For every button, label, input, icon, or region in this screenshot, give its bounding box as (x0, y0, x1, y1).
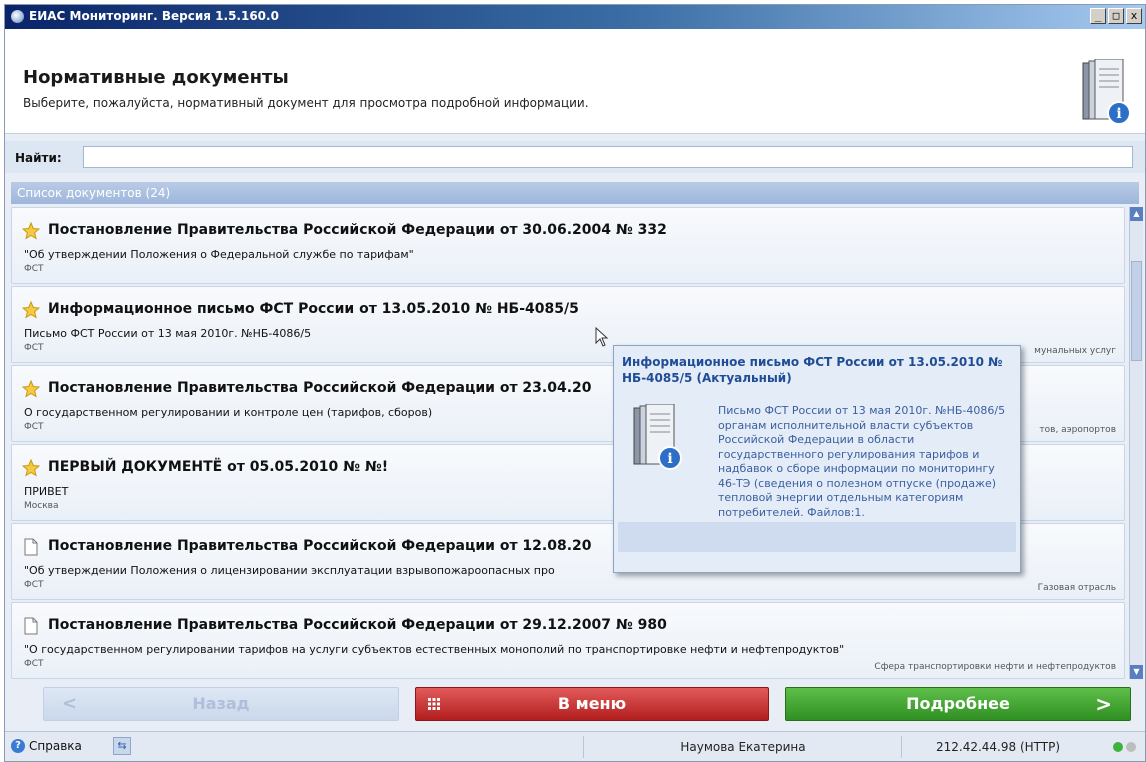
documents-info-icon: i (1082, 59, 1131, 125)
document-description: Письмо ФСТ России от 13 мая 2010г. №НБ-4… (24, 327, 312, 340)
arrow-left-icon: < (62, 693, 78, 714)
grid-icon (428, 698, 440, 710)
document-icon (24, 538, 38, 556)
scroll-down-arrow-icon[interactable]: ▼ (1130, 665, 1143, 679)
document-title: Постановление Правительства Российской Ф… (48, 380, 592, 396)
document-description: О государственном регулировании и контро… (24, 406, 433, 419)
document-category: тов, аэропортов (1039, 425, 1116, 435)
help-label: Справка (29, 739, 82, 753)
document-icon (24, 617, 38, 635)
document-title: ПЕРВЫЙ ДОКУМЕНТЁ от 05.05.2010 № №! (48, 459, 389, 475)
connection-status-icon (1126, 742, 1136, 752)
document-source: ФСТ (24, 422, 44, 432)
details-button-label: Подробнее (906, 694, 1010, 713)
list-item[interactable]: Постановление Правительства Российской Ф… (11, 602, 1125, 679)
svg-text:i: i (1116, 106, 1121, 122)
page-header: Нормативные документы Выберите, пожалуйс… (5, 29, 1145, 134)
server-address: 212.42.44.98 (HTTP) (935, 740, 1061, 754)
star-icon (22, 380, 40, 398)
window-controls: _ □ x (1090, 8, 1142, 24)
document-title: Информационное письмо ФСТ России от 13.0… (48, 301, 579, 317)
document-description: "Об утверждении Положения о Федеральной … (24, 248, 414, 261)
page-title: Нормативные документы (23, 67, 289, 88)
search-input[interactable] (83, 146, 1133, 168)
tooltip-title: Информационное письмо ФСТ России от 13.0… (622, 355, 1003, 385)
document-description: ПРИВЕТ (24, 485, 69, 498)
document-description: "О государственном регулировании тарифов… (24, 643, 845, 656)
close-button[interactable]: x (1126, 8, 1142, 24)
document-source: ФСТ (24, 580, 44, 590)
list-scrollbar[interactable]: ▲ ▼ (1129, 207, 1143, 679)
menu-button[interactable]: В меню (415, 687, 769, 721)
document-list-header: Список документов (24) (11, 182, 1139, 204)
app-window: ЕИАС Мониторинг. Версия 1.5.160.0 _ □ x … (4, 4, 1146, 762)
page-subtitle: Выберите, пожалуйста, нормативный докуме… (23, 96, 589, 110)
status-divider (583, 736, 584, 758)
document-source: Москва (24, 501, 59, 511)
menu-button-label: В меню (557, 694, 627, 713)
search-bar: Найти: (5, 141, 1145, 173)
tooltip-body: Письмо ФСТ России от 13 мая 2010г. №НБ-4… (718, 404, 1006, 519)
document-title: Постановление Правительства Российской Ф… (48, 222, 667, 238)
document-source: ФСТ (24, 659, 44, 669)
document-title: Постановление Правительства Российской Ф… (48, 617, 667, 633)
document-source: ФСТ (24, 264, 44, 274)
scroll-thumb[interactable] (1131, 261, 1142, 361)
help-icon: ? (11, 739, 25, 753)
star-icon (22, 459, 40, 477)
star-icon (22, 301, 40, 319)
details-button[interactable]: Подробнее > (785, 687, 1131, 721)
connection-status-icon (1113, 742, 1123, 752)
arrow-right-icon: > (1095, 692, 1112, 716)
documents-info-icon: i (633, 404, 682, 470)
document-description: "Об утверждении Положения о лицензирован… (24, 564, 555, 577)
search-label: Найти: (15, 151, 62, 165)
maximize-button[interactable]: □ (1108, 8, 1124, 24)
network-icon[interactable]: ⇆ (113, 737, 131, 755)
scroll-up-arrow-icon[interactable]: ▲ (1130, 207, 1143, 221)
app-icon (11, 10, 24, 23)
tooltip-band (618, 522, 1016, 552)
document-category: Сфера транспортировки нефти и нефтепроду… (874, 662, 1116, 672)
current-user: Наумова Екатерина (680, 740, 806, 754)
back-button[interactable]: < Назад (43, 687, 399, 721)
document-title: Постановление Правительства Российской Ф… (48, 538, 592, 554)
document-category: Газовая отрасль (1037, 583, 1116, 593)
status-bar: ? Справка ⇆ Наумова Екатерина 212.42.44.… (5, 731, 1145, 761)
document-source: ФСТ (24, 343, 44, 353)
document-category: мунальных услуг (1034, 346, 1116, 356)
title-bar: ЕИАС Мониторинг. Версия 1.5.160.0 _ □ x (5, 5, 1145, 29)
status-divider (901, 736, 902, 758)
back-button-label: Назад (192, 694, 250, 713)
window-title: ЕИАС Мониторинг. Версия 1.5.160.0 (29, 9, 279, 23)
svg-text:i: i (667, 451, 672, 467)
list-item[interactable]: Постановление Правительства Российской Ф… (11, 207, 1125, 284)
help-link[interactable]: ? Справка (11, 739, 82, 753)
mouse-cursor-icon (595, 327, 609, 347)
document-tooltip: Информационное письмо ФСТ России от 13.0… (613, 345, 1021, 573)
minimize-button[interactable]: _ (1090, 8, 1106, 24)
star-icon (22, 222, 40, 240)
